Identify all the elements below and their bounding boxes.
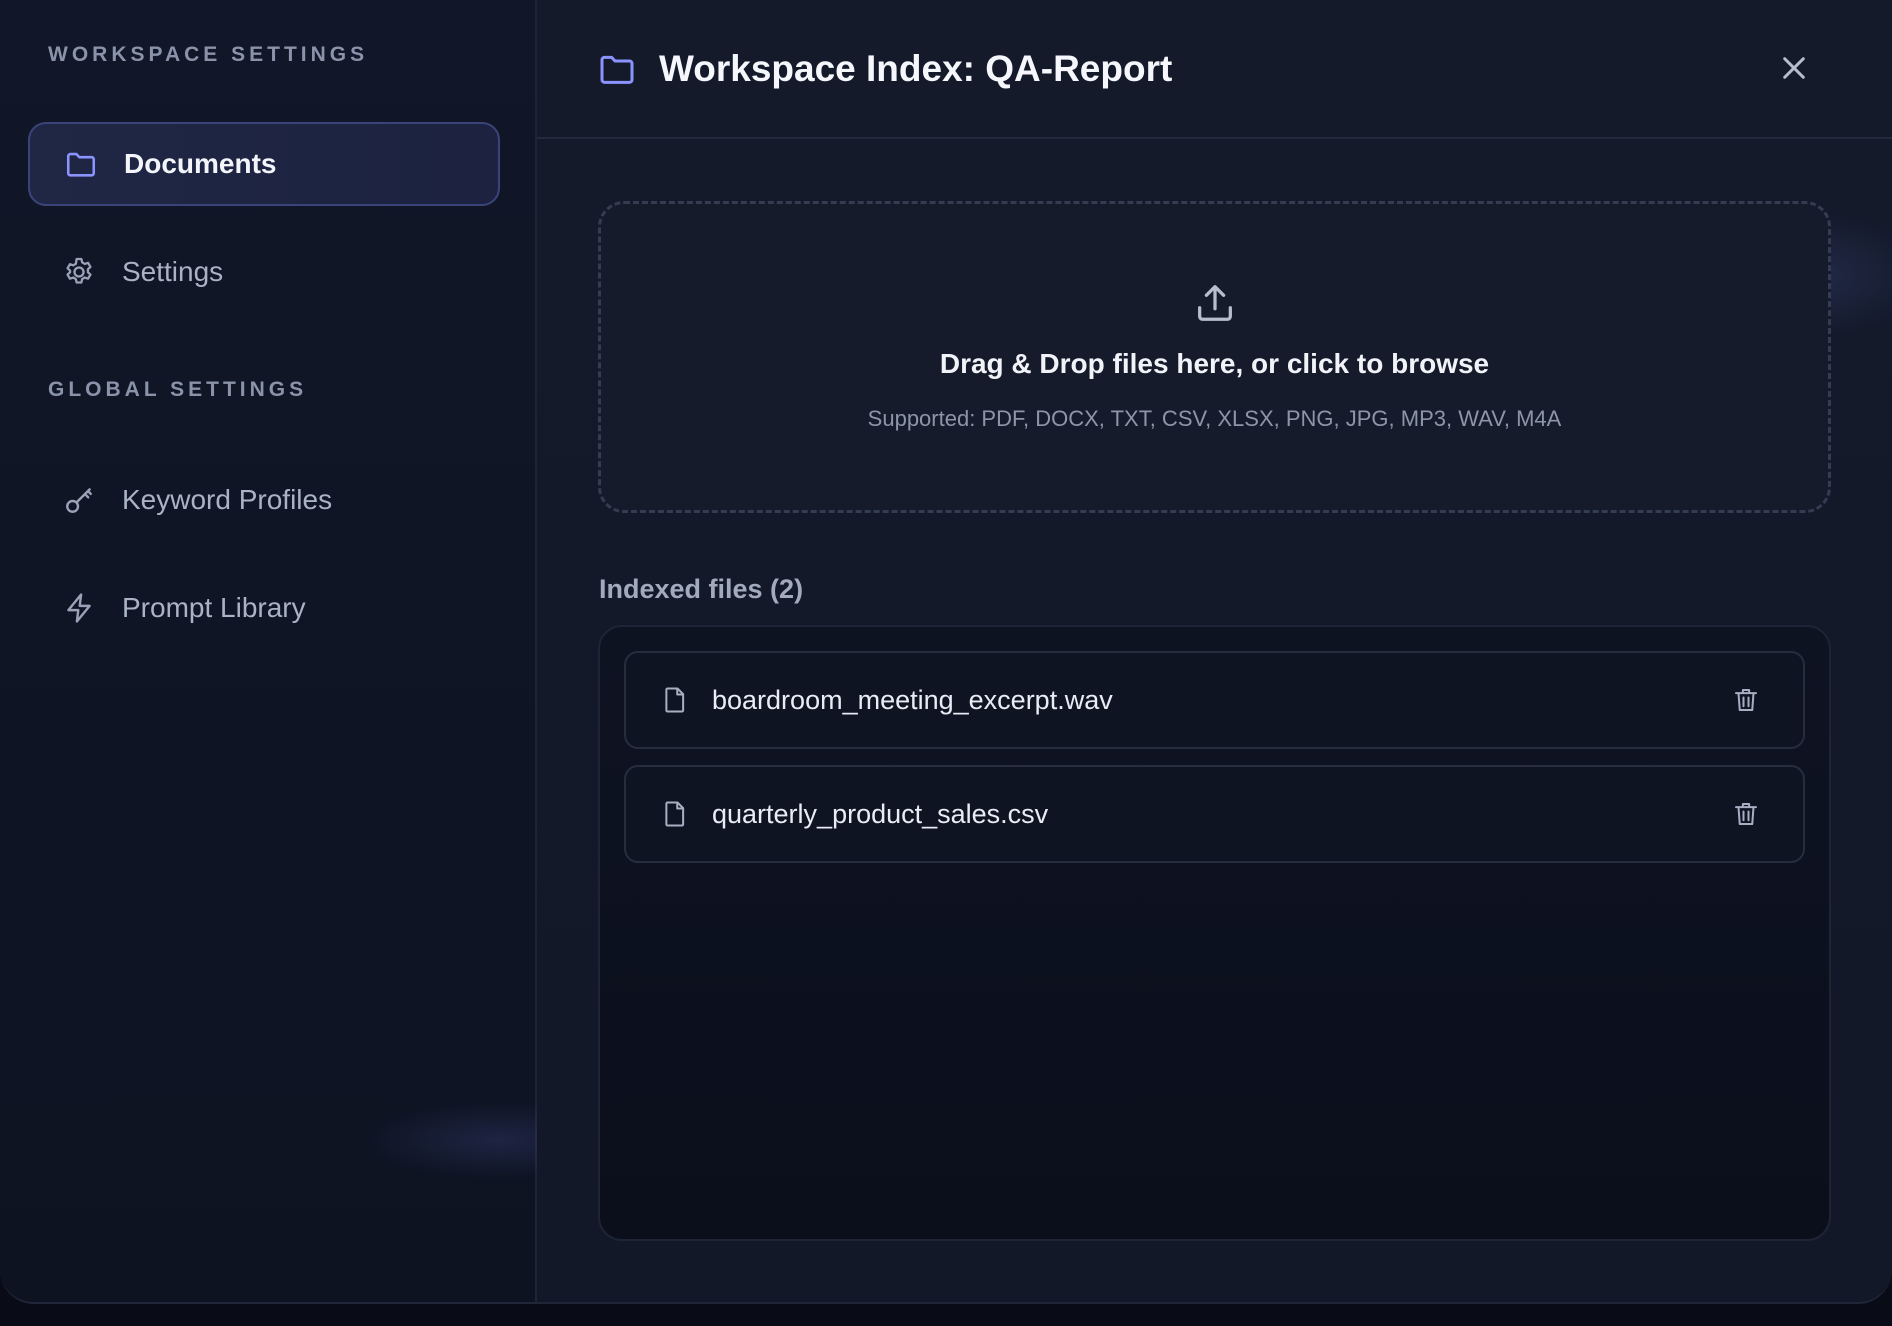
sidebar-item-prompt-library[interactable]: Prompt Library xyxy=(28,566,500,650)
sidebar-item-keyword-profiles[interactable]: Keyword Profiles xyxy=(28,458,500,542)
workspace-settings-modal: WORKSPACE SETTINGS Documents Settings GL… xyxy=(0,0,1892,1304)
sidebar-item-settings[interactable]: Settings xyxy=(28,230,500,314)
close-button[interactable] xyxy=(1772,46,1816,90)
sidebar-item-label: Prompt Library xyxy=(122,592,306,623)
sidebar-item-documents[interactable]: Documents xyxy=(28,122,500,206)
upload-icon xyxy=(1197,285,1232,321)
indexed-files-list: boardroom_meeting_excerpt.wav quarterly_… xyxy=(598,625,1831,1241)
file-icon xyxy=(665,687,685,713)
sidebar-item-label: Settings xyxy=(122,256,224,287)
list-item: quarterly_product_sales.csv xyxy=(624,765,1805,863)
main-panel: Workspace Index: QA-Report Drag & Drop f… xyxy=(537,0,1892,1302)
trash-icon xyxy=(1735,689,1757,711)
delete-file-button[interactable] xyxy=(1729,683,1763,717)
workspace-settings-heading: WORKSPACE SETTINGS xyxy=(48,43,369,66)
file-name: quarterly_product_sales.csv xyxy=(712,798,1049,829)
file-icon xyxy=(665,801,685,827)
folder-icon xyxy=(64,147,98,181)
trash-icon xyxy=(1735,803,1757,825)
lightning-icon xyxy=(62,591,96,625)
dropzone-title: Drag & Drop files here, or click to brow… xyxy=(939,348,1490,379)
global-settings-heading: GLOBAL SETTINGS xyxy=(48,378,308,401)
page-title: Workspace Index: QA-Report xyxy=(659,47,1173,89)
delete-file-button[interactable] xyxy=(1729,797,1763,831)
modal-header: Workspace Index: QA-Report xyxy=(537,0,1892,139)
close-icon xyxy=(1783,57,1805,79)
sidebar: WORKSPACE SETTINGS Documents Settings GL… xyxy=(0,0,640,1302)
sidebar-item-label: Documents xyxy=(124,148,277,179)
key-icon xyxy=(62,483,96,517)
file-name: boardroom_meeting_excerpt.wav xyxy=(712,684,1113,715)
sidebar-item-label: Keyword Profiles xyxy=(122,484,333,515)
supported-formats: Supported: PDF, DOCX, TXT, CSV, XLSX, PN… xyxy=(867,406,1562,431)
gear-icon xyxy=(62,255,96,289)
file-dropzone[interactable]: Drag & Drop files here, or click to brow… xyxy=(598,201,1831,513)
folder-icon xyxy=(600,55,634,84)
indexed-files-heading: Indexed files (2) xyxy=(599,574,804,604)
list-item: boardroom_meeting_excerpt.wav xyxy=(624,651,1805,749)
